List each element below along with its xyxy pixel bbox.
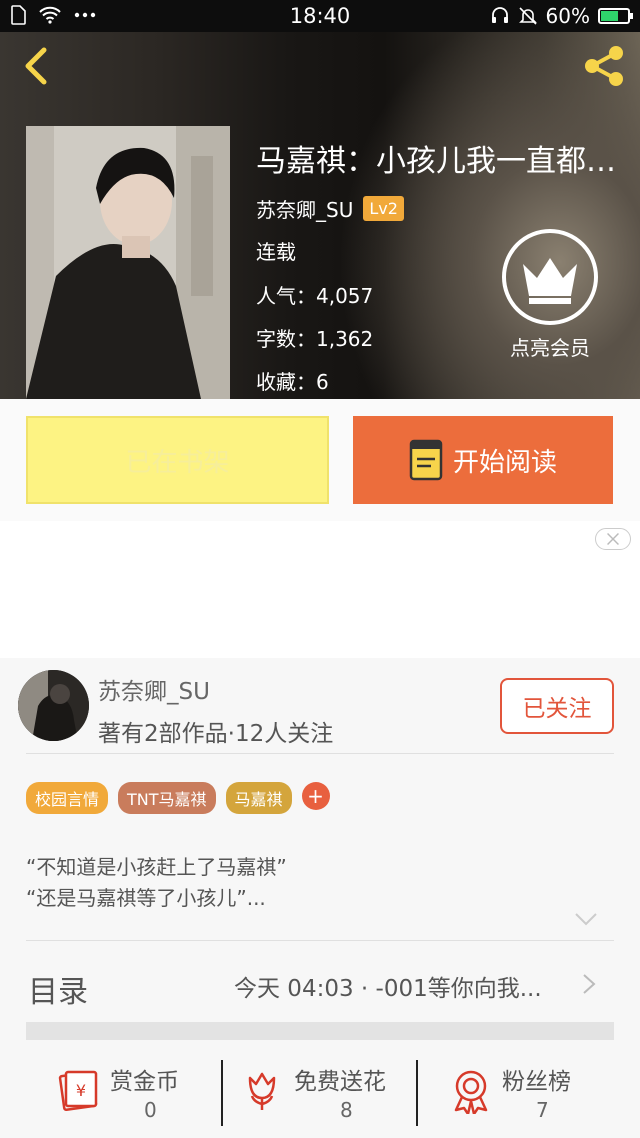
close-icon[interactable]: [595, 528, 631, 550]
intro-line-1: “不知道是小孩赶上了马嘉祺”: [26, 855, 287, 879]
on-shelf-button[interactable]: 已在书架: [26, 416, 329, 504]
popularity-count: 人气：4,057: [256, 284, 374, 308]
free-flowers-value: 8: [340, 1098, 353, 1122]
battery-icon: [598, 8, 633, 24]
add-tag-button[interactable]: +: [301, 782, 330, 810]
share-icon[interactable]: [580, 42, 628, 90]
free-flowers[interactable]: 免费送花 8: [242, 1056, 412, 1128]
word-count: 字数：1,362: [256, 327, 374, 351]
chevron-right-icon: [583, 974, 596, 994]
free-flowers-label: 免费送花: [294, 1069, 386, 1095]
divider: [221, 1060, 223, 1126]
divider: [416, 1060, 418, 1126]
book-title: 马嘉祺：小孩儿我一直都…: [256, 144, 616, 179]
status-bar: 18:40 60%: [0, 0, 640, 32]
card-author-name[interactable]: 苏奈卿_SU: [98, 672, 210, 706]
start-reading-label: 开始阅读: [452, 447, 557, 478]
vip-label: 点亮会员: [510, 336, 590, 360]
intro-line-2: “还是马嘉祺等了小孩儿”...: [26, 886, 266, 910]
crown-icon: [502, 229, 598, 325]
tag-campus-romance[interactable]: 校园言情: [26, 782, 109, 814]
action-buttons: 已在书架 开始阅读: [0, 399, 640, 521]
serial-status: 连载: [256, 240, 296, 264]
coin-envelope-icon: ¥: [58, 1070, 98, 1112]
fan-ranking-value: 7: [536, 1098, 549, 1122]
tag-majiaqi[interactable]: 马嘉祺: [225, 782, 292, 814]
tag-list: 校园言情 TNT马嘉祺 马嘉祺 +: [26, 782, 330, 814]
mute-bell-icon: [518, 7, 537, 25]
bottom-stats: ¥ 赏金币 0 免费送花 8 粉丝榜 7: [0, 1056, 640, 1136]
favorites-count: 收藏：6: [256, 370, 329, 394]
fan-ranking[interactable]: 粉丝榜 7: [450, 1056, 600, 1128]
vip-button[interactable]: 点亮会员: [500, 228, 600, 361]
tag-tnt-majiaqi[interactable]: TNT马嘉祺: [118, 782, 216, 814]
headset-icon: [491, 7, 508, 23]
avatar[interactable]: [18, 670, 89, 741]
reward-coins[interactable]: ¥ 赏金币 0: [56, 1056, 206, 1128]
start-reading-button[interactable]: 开始阅读: [353, 416, 613, 504]
divider: [26, 753, 614, 754]
catalog-row[interactable]: 目录 今天 04:03 · -001等你向我...: [26, 941, 614, 1025]
catalog-title: 目录: [28, 975, 88, 1010]
reward-coins-label: 赏金币: [110, 1069, 179, 1095]
book-header: 马嘉祺：小孩儿我一直都… 苏奈卿_SU Lv2 连载 人气：4,057 字数：1…: [0, 32, 640, 399]
fan-ranking-label: 粉丝榜: [502, 1069, 571, 1095]
level-badge: Lv2: [363, 196, 404, 221]
back-icon[interactable]: [18, 46, 54, 86]
svg-text:¥: ¥: [76, 1081, 86, 1100]
latest-chapter: 今天 04:03 · -001等你向我...: [234, 976, 542, 1002]
book-icon: [409, 439, 443, 481]
book-cover[interactable]: [26, 126, 230, 399]
section-separator: [26, 1022, 614, 1040]
reward-coins-value: 0: [144, 1098, 157, 1122]
following-button[interactable]: 已关注: [500, 678, 614, 734]
ribbon-badge-icon: [454, 1070, 488, 1114]
author-works-summary: 著有2部作品·12人关注: [98, 721, 334, 747]
flower-icon: [248, 1072, 276, 1110]
author-name[interactable]: 苏奈卿_SU: [256, 194, 353, 223]
author-row[interactable]: 苏奈卿_SU Lv2: [256, 194, 404, 223]
author-card: 苏奈卿_SU 著有2部作品·12人关注 已关注 校园言情 TNT马嘉祺 马嘉祺 …: [0, 658, 640, 1138]
battery-percent: 60%: [545, 4, 590, 28]
ad-area: [0, 521, 640, 658]
chevron-down-icon[interactable]: [574, 912, 598, 926]
